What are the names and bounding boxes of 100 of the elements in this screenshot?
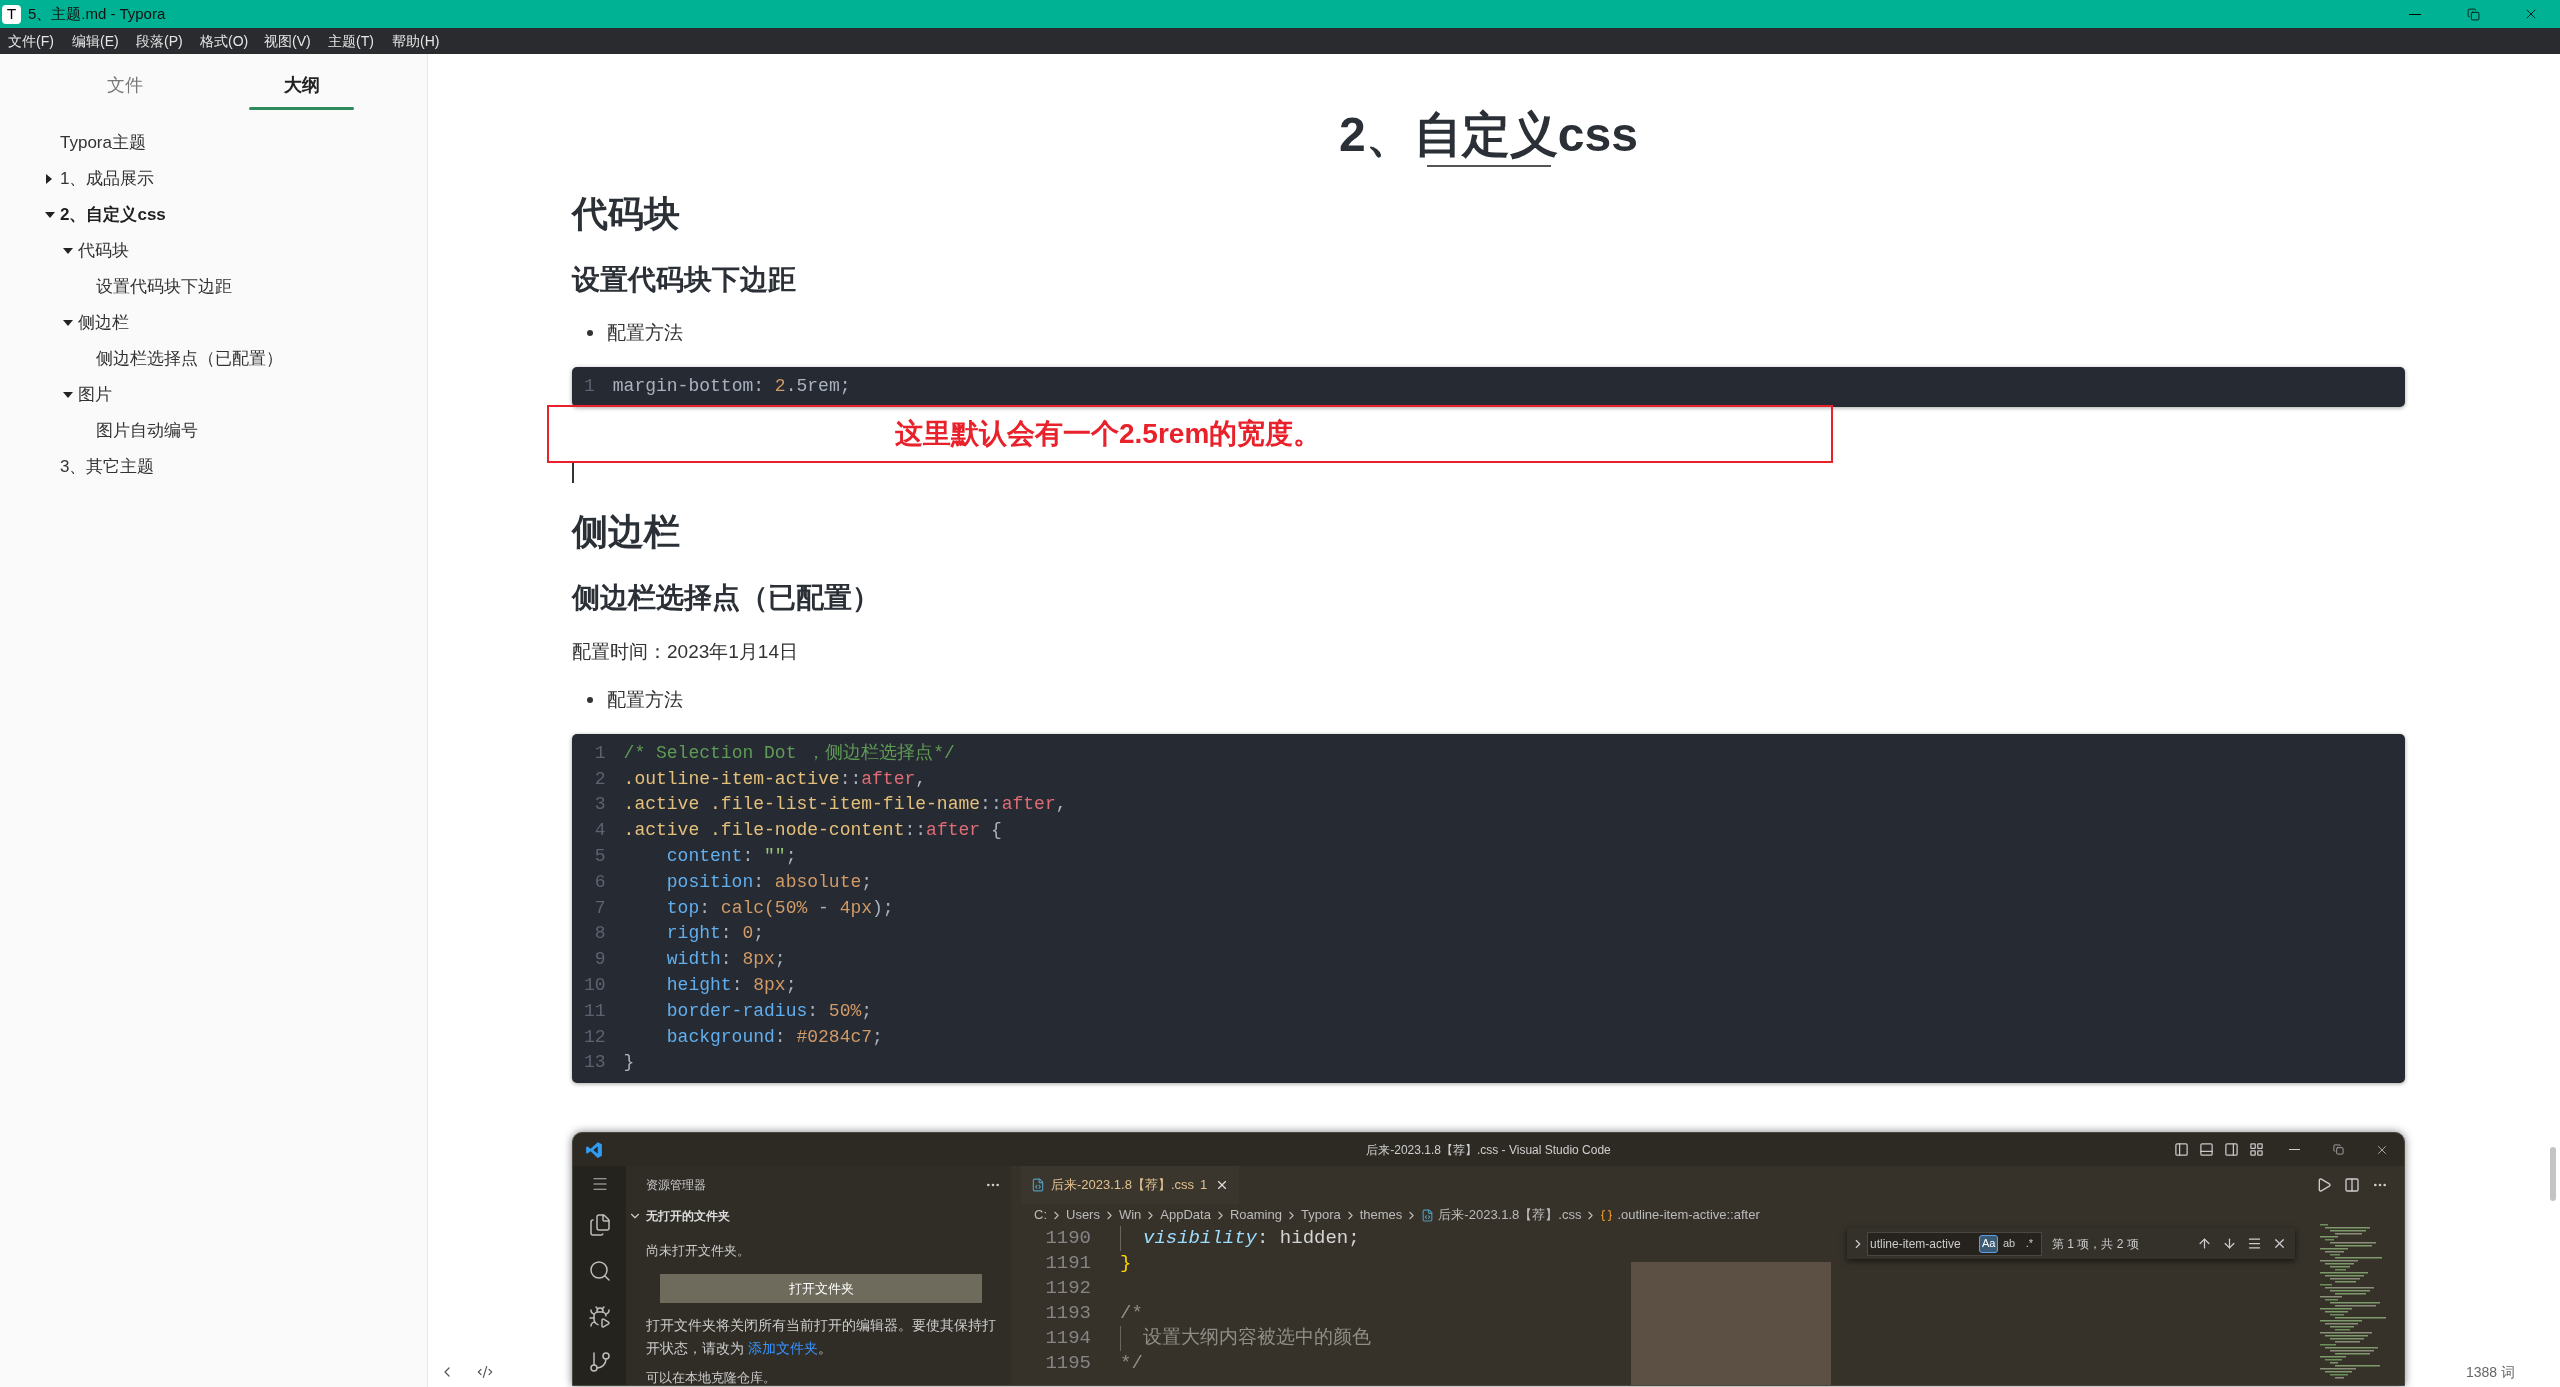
menu-item[interactable]: 主题(T) <box>324 30 388 52</box>
explorer-note: 打开文件夹将关闭所有当前打开的编辑器。要使其保持打开状态，请改为 添加文件夹。 <box>646 1316 997 1359</box>
code-line: 设置大纲内容被选中的颜色 <box>1120 1326 1371 1352</box>
app-logo-icon <box>585 1140 603 1159</box>
outline-item[interactable]: 3、其它主题 <box>0 449 427 485</box>
restore-icon <box>2466 7 2480 21</box>
arrow-down-icon[interactable] <box>2222 1236 2237 1252</box>
file-code-icon <box>1031 1178 1045 1193</box>
window-title: 5、主题.md - Typora <box>28 3 166 24</box>
code-line: */ <box>1120 1351 1143 1377</box>
app-icon: T <box>2 4 21 24</box>
outline-item[interactable]: 图片 <box>0 377 427 413</box>
paragraph: 配置时间：2023年1月14日 <box>572 639 798 664</box>
breadcrumb-item[interactable]: 后来-2023.1.8【荐】.css <box>1438 1205 1582 1225</box>
code-line: .active .file-list-item-file-name::after, <box>623 793 1067 817</box>
split-editor-icon[interactable] <box>2344 1177 2360 1194</box>
panel-left-icon[interactable] <box>2174 1142 2189 1158</box>
section-title[interactable]: 无打开的文件夹 <box>646 1207 730 1226</box>
find-option-toggle[interactable]: Aa <box>1979 1234 1999 1253</box>
restore-icon <box>2332 1144 2344 1156</box>
outline-item[interactable]: 侧边栏选择点（已配置） <box>0 341 427 377</box>
branch-icon[interactable] <box>587 1350 612 1375</box>
code-line: position: absolute; <box>665 870 873 894</box>
play-icon[interactable] <box>2316 1177 2332 1194</box>
scrollbar-thumb[interactable] <box>2550 1147 2556 1201</box>
code-line: /* <box>1120 1301 1143 1327</box>
list-item-text: 配置方法 <box>607 687 683 712</box>
code-line: background: #0284c7; <box>665 1025 883 1049</box>
menu-item[interactable]: 帮助(H) <box>388 30 452 52</box>
breadcrumb-item[interactable]: C: <box>1034 1205 1047 1225</box>
menu-item[interactable]: 文件(F) <box>4 30 68 52</box>
line-number: 7 <box>594 897 606 918</box>
outline-item[interactable]: 侧边栏 <box>0 305 427 341</box>
word-count: 1388 词 <box>2465 1362 2515 1382</box>
breadcrumb-item[interactable]: .outline-item-active::after <box>1617 1205 1760 1225</box>
breadcrumb-item[interactable]: Typora <box>1300 1205 1341 1225</box>
code-line: width: 8px; <box>665 948 786 972</box>
add-folder-link[interactable]: 添加文件夹 <box>747 1340 818 1357</box>
line-number: 4 <box>594 820 606 841</box>
code-line: } <box>1120 1251 1132 1277</box>
menu-item[interactable]: 视图(V) <box>260 30 324 52</box>
code-line: visibility: hidden; <box>1120 1226 1360 1252</box>
bullet-icon <box>587 696 593 703</box>
line-number: 8 <box>594 923 606 944</box>
outline-item[interactable]: 1、成品展示 <box>0 161 427 197</box>
sidebar-tab[interactable]: 文件 <box>36 54 213 110</box>
clone-note: 可以在本地克隆仓库。 <box>646 1369 776 1386</box>
match-count: 第 1 项，共 2 项 <box>2052 1235 2139 1253</box>
text-cursor <box>572 462 574 483</box>
line-number: 1195 <box>1045 1352 1091 1375</box>
line-number: 10 <box>584 974 606 995</box>
panel-bottom-icon[interactable] <box>2199 1142 2214 1158</box>
source-code-button[interactable] <box>477 1364 493 1380</box>
code-line: height: 8px; <box>665 973 797 997</box>
find-field[interactable]: utline-item-active Aa ab .* <box>1867 1231 2042 1256</box>
menu-item[interactable]: 编辑(E) <box>68 30 132 52</box>
minimize-icon <box>2288 1149 2300 1151</box>
minimize-icon <box>2409 13 2421 15</box>
line-number: 1 <box>594 742 606 763</box>
code-line: /* Selection Dot ，侧边栏选择点*/ <box>623 741 955 765</box>
line-number: 1 <box>584 376 595 396</box>
problem-count: 1 <box>1200 1176 1208 1195</box>
sidebar-tab[interactable]: 大纲 <box>213 54 390 110</box>
braces-icon <box>1600 1208 1614 1222</box>
menu-item[interactable]: 格式(O) <box>196 30 260 52</box>
breadcrumb-item[interactable]: Win <box>1118 1205 1142 1225</box>
line-number: 1192 <box>1045 1277 1091 1300</box>
breadcrumb-item[interactable]: Roaming <box>1229 1205 1282 1225</box>
line-number: 6 <box>594 871 606 892</box>
outline-item[interactable]: 2、自定义css <box>0 197 427 233</box>
search-icon[interactable] <box>587 1258 612 1283</box>
outline-item[interactable]: 代码块 <box>0 233 427 269</box>
annotation-text: 这里默认会有一个2.5rem的宽度。 <box>895 416 1322 451</box>
find-option-toggle[interactable]: ab <box>1999 1234 2019 1253</box>
breadcrumb-item[interactable]: Users <box>1066 1205 1100 1225</box>
line-number: 1194 <box>1045 1327 1091 1350</box>
files-icon[interactable] <box>587 1213 612 1238</box>
breadcrumb-item[interactable]: AppData <box>1160 1205 1211 1225</box>
line-number: 2 <box>594 768 606 789</box>
code-line: .active .file-node-content::after { <box>623 819 1002 843</box>
code-line: border-radius: 50%; <box>665 999 873 1023</box>
list-item-text: 配置方法 <box>607 320 683 345</box>
outline-item[interactable]: 图片自动编号 <box>0 413 427 449</box>
outline-item[interactable]: 设置代码块下边距 <box>0 269 427 305</box>
line-number: 3 <box>594 794 606 815</box>
find-option-toggle[interactable]: .* <box>2019 1234 2039 1253</box>
layout-grid-icon[interactable] <box>2249 1142 2264 1158</box>
outline-item[interactable]: Typora主题 <box>0 125 427 161</box>
document-title: 2、自定义css <box>1339 107 1638 163</box>
menu-item[interactable]: 段落(P) <box>132 30 196 52</box>
line-number: 1191 <box>1045 1252 1091 1275</box>
panel-right-icon[interactable] <box>2224 1142 2239 1158</box>
window-title: 后来-2023.1.8【荐】.css - Visual Studio Code <box>1366 1141 1611 1159</box>
bug-play-icon[interactable] <box>587 1304 612 1329</box>
lines-icon[interactable] <box>2247 1236 2262 1252</box>
line-number: 1190 <box>1045 1227 1091 1250</box>
open-folder-button[interactable]: 打开文件夹 <box>660 1274 982 1304</box>
editor-tab[interactable]: 后来-2023.1.8【荐】.css 1 <box>1021 1166 1239 1205</box>
breadcrumb-item[interactable]: themes <box>1359 1205 1403 1225</box>
line-number: 1193 <box>1045 1302 1091 1325</box>
